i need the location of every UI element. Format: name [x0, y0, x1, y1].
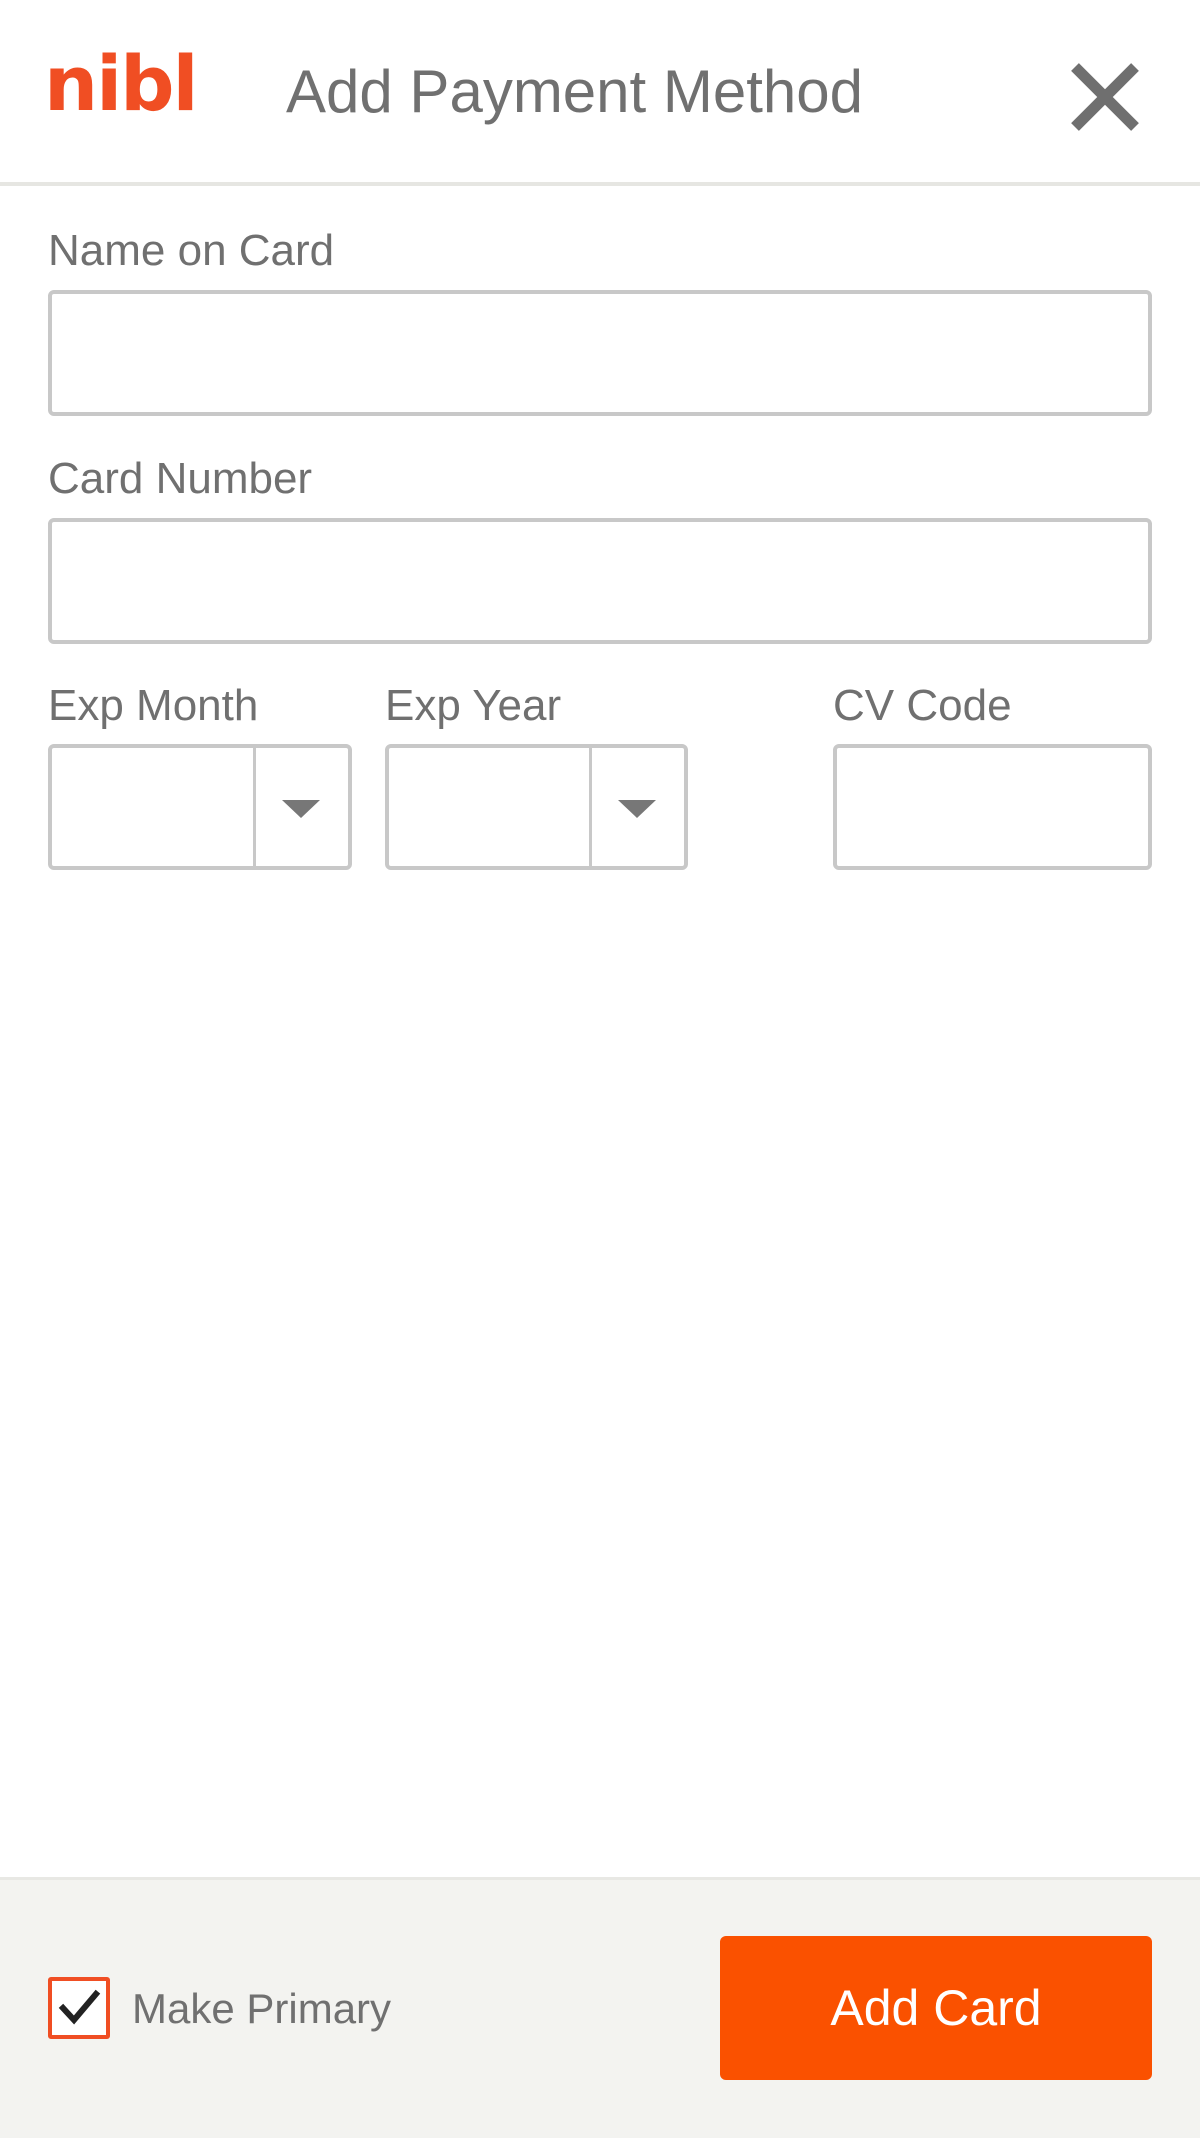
exp-year-divider — [589, 748, 592, 866]
cv-code-field[interactable] — [833, 744, 1152, 870]
make-primary-label: Make Primary — [132, 1985, 392, 2032]
card-number-label: Card Number — [48, 454, 313, 503]
exp-month-select[interactable] — [48, 744, 352, 870]
cv-code-label: CV Code — [833, 681, 1012, 730]
close-button[interactable] — [1066, 58, 1144, 136]
cv-code-input[interactable] — [837, 748, 1148, 866]
page-title: Add Payment Method — [286, 58, 864, 125]
card-number-input[interactable] — [52, 522, 1148, 640]
nibl-logo: nibl — [44, 39, 199, 128]
exp-month-value — [52, 748, 256, 866]
make-primary-checkbox[interactable] — [48, 1977, 110, 2039]
name-on-card-label: Name on Card — [48, 226, 335, 275]
checkmark-icon — [58, 1989, 101, 2025]
exp-month-divider — [253, 748, 256, 866]
name-on-card-input[interactable] — [52, 294, 1148, 412]
add-card-button[interactable]: Add Card — [720, 1936, 1152, 2080]
name-on-card-field[interactable] — [48, 290, 1152, 416]
footer-bar: Make Primary Add Card — [0, 1877, 1200, 2138]
chevron-down-icon — [618, 800, 656, 818]
exp-year-select[interactable] — [385, 744, 688, 870]
exp-month-label: Exp Month — [48, 681, 259, 730]
close-icon — [1071, 63, 1139, 131]
card-number-field[interactable] — [48, 518, 1152, 644]
header-bar: nibl Add Payment Method — [0, 0, 1200, 186]
chevron-down-icon — [282, 800, 320, 818]
exp-year-label: Exp Year — [385, 681, 562, 730]
exp-year-value — [389, 748, 592, 866]
